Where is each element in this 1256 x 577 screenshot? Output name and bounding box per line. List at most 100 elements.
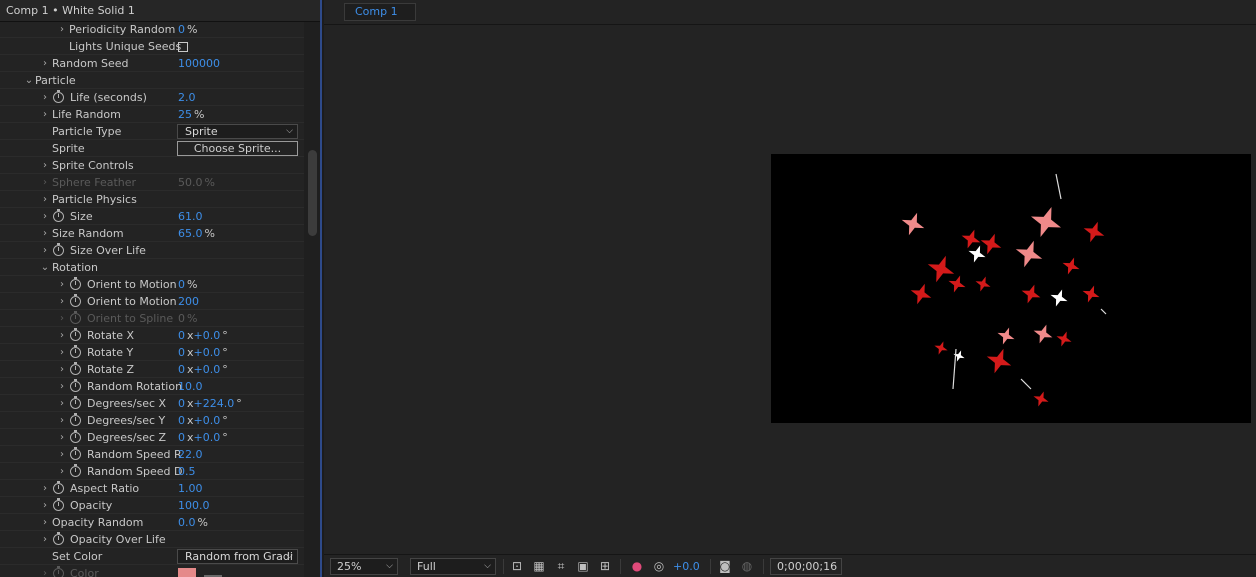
guides-grid-icon[interactable]: ⊞ bbox=[597, 559, 613, 574]
value-number[interactable]: 22.0 bbox=[178, 448, 203, 461]
property-value[interactable]: 2.0 bbox=[178, 89, 196, 106]
value-number[interactable]: 0 bbox=[178, 431, 185, 444]
stopwatch-icon[interactable] bbox=[53, 90, 64, 103]
property-row[interactable]: › Rotate Z 0 x+0.0 ° bbox=[0, 361, 304, 378]
twirl-closed-icon[interactable]: › bbox=[57, 310, 67, 327]
value-number[interactable]: 0.5 bbox=[178, 465, 196, 478]
color-channels-icon[interactable]: ● bbox=[629, 559, 645, 574]
twirl-closed-icon[interactable]: › bbox=[57, 412, 67, 429]
property-value[interactable]: 25% bbox=[178, 106, 204, 123]
twirl-closed-icon[interactable]: › bbox=[57, 446, 67, 463]
value-degrees[interactable]: +0.0 bbox=[194, 363, 221, 376]
value-degrees[interactable]: +0.0 bbox=[194, 431, 221, 444]
property-value[interactable]: 0 x+0.0 ° bbox=[178, 344, 228, 361]
twirl-closed-icon[interactable]: › bbox=[40, 55, 50, 72]
property-value[interactable]: 0% bbox=[178, 21, 197, 38]
stopwatch-icon[interactable] bbox=[70, 311, 81, 324]
property-value[interactable]: 65.0% bbox=[178, 225, 215, 242]
property-row[interactable]: › Aspect Ratio 1.00 bbox=[0, 480, 304, 497]
camera-icon[interactable]: ◙ bbox=[717, 559, 733, 574]
property-value[interactable]: 0.5 bbox=[178, 463, 196, 480]
value-number[interactable]: 200 bbox=[178, 295, 199, 308]
twirl-closed-icon[interactable]: › bbox=[40, 208, 50, 225]
property-row[interactable]: Set Color Random from Gradi ⌵ bbox=[0, 548, 304, 565]
stopwatch-icon[interactable] bbox=[70, 328, 81, 341]
property-value[interactable]: 0 x+0.0 ° bbox=[178, 361, 228, 378]
value-number[interactable]: 0 bbox=[178, 346, 185, 359]
twirl-closed-icon[interactable]: › bbox=[57, 344, 67, 361]
property-row[interactable]: › Degrees/sec Z 0 x+0.0 ° bbox=[0, 429, 304, 446]
twirl-open-icon[interactable]: ⌄ bbox=[24, 72, 34, 89]
color-swatch[interactable] bbox=[178, 568, 196, 577]
tab-comp-1[interactable]: Comp 1 bbox=[344, 3, 416, 21]
stopwatch-icon[interactable] bbox=[70, 396, 81, 409]
twirl-closed-icon[interactable]: › bbox=[57, 276, 67, 293]
stopwatch-icon[interactable] bbox=[70, 464, 81, 477]
exposure-value[interactable]: +0.0 bbox=[673, 558, 700, 575]
twirl-closed-icon[interactable]: › bbox=[57, 21, 67, 38]
value-number[interactable]: 1.00 bbox=[178, 482, 203, 495]
twirl-closed-icon[interactable]: › bbox=[40, 225, 50, 242]
property-row[interactable]: › Sprite Controls bbox=[0, 157, 304, 174]
property-row[interactable]: › Orient to Motion 0% bbox=[0, 276, 304, 293]
value-degrees[interactable]: +0.0 bbox=[194, 329, 221, 342]
value-number[interactable]: 50.0 bbox=[178, 176, 203, 189]
property-row[interactable]: › Random Speed R 22.0 bbox=[0, 446, 304, 463]
property-dropdown[interactable]: Sprite ⌵ bbox=[177, 124, 298, 139]
property-value[interactable]: 10.0 bbox=[178, 378, 203, 395]
property-row[interactable]: › Degrees/sec X 0 x+224.0 ° bbox=[0, 395, 304, 412]
value-number[interactable]: 100000 bbox=[178, 57, 220, 70]
value-number[interactable]: 0 bbox=[178, 363, 185, 376]
value-number[interactable]: 0 bbox=[178, 414, 185, 427]
eyedropper-icon[interactable] bbox=[204, 569, 222, 577]
property-row[interactable]: › Size 61.0 bbox=[0, 208, 304, 225]
twirl-closed-icon[interactable]: › bbox=[40, 174, 50, 191]
property-row[interactable]: Particle Type Sprite ⌵ bbox=[0, 123, 304, 140]
twirl-closed-icon[interactable]: › bbox=[57, 327, 67, 344]
scrollbar-thumb[interactable] bbox=[308, 150, 317, 236]
property-value[interactable]: 0.0% bbox=[178, 514, 208, 531]
stopwatch-icon[interactable] bbox=[53, 532, 64, 545]
property-value[interactable]: 1.00 bbox=[178, 480, 203, 497]
property-row[interactable]: › Orient to Motion 200 bbox=[0, 293, 304, 310]
stopwatch-icon[interactable] bbox=[70, 345, 81, 358]
value-number[interactable]: 61.0 bbox=[178, 210, 203, 223]
twirl-closed-icon[interactable]: › bbox=[40, 106, 50, 123]
property-row[interactable]: Sprite Choose Sprite... bbox=[0, 140, 304, 157]
value-number[interactable]: 65.0 bbox=[178, 227, 203, 240]
value-number[interactable]: 0 bbox=[178, 23, 185, 36]
property-row[interactable]: › Sphere Feather 50.0% bbox=[0, 174, 304, 191]
property-row[interactable]: › Size Random 65.0% bbox=[0, 225, 304, 242]
mask-path-icon[interactable]: ⌗ bbox=[553, 559, 569, 574]
value-number[interactable]: 0.0 bbox=[178, 516, 196, 529]
stopwatch-icon[interactable] bbox=[53, 566, 64, 577]
property-row[interactable]: Lights Unique Seeds bbox=[0, 38, 304, 55]
property-dropdown[interactable]: Random from Gradi ⌵ bbox=[177, 549, 298, 564]
value-number[interactable]: 0 bbox=[178, 278, 185, 291]
fast-previews-icon[interactable]: ⊡ bbox=[509, 559, 525, 574]
property-row[interactable]: › Particle Physics bbox=[0, 191, 304, 208]
twirl-closed-icon[interactable]: › bbox=[57, 361, 67, 378]
property-row[interactable]: ⌄ Rotation bbox=[0, 259, 304, 276]
stopwatch-icon[interactable] bbox=[70, 379, 81, 392]
value-number[interactable]: 0 bbox=[178, 397, 185, 410]
property-row[interactable]: › Orient to Spline 0% bbox=[0, 310, 304, 327]
twirl-closed-icon[interactable]: › bbox=[57, 378, 67, 395]
property-row[interactable]: › Periodicity Random 0% bbox=[0, 21, 304, 38]
property-row[interactable]: › Life (seconds) 2.0 bbox=[0, 89, 304, 106]
show-snapshot-icon[interactable]: ◍ bbox=[739, 559, 755, 574]
twirl-closed-icon[interactable]: › bbox=[40, 242, 50, 259]
twirl-closed-icon[interactable]: › bbox=[40, 497, 50, 514]
value-number[interactable]: 100.0 bbox=[178, 499, 210, 512]
property-value[interactable]: 0 x+0.0 ° bbox=[178, 429, 228, 446]
twirl-closed-icon[interactable]: › bbox=[40, 480, 50, 497]
zoom-dropdown[interactable]: 25% ⌵ bbox=[330, 558, 398, 575]
stopwatch-icon[interactable] bbox=[70, 294, 81, 307]
stopwatch-icon[interactable] bbox=[53, 481, 64, 494]
stopwatch-icon[interactable] bbox=[70, 362, 81, 375]
property-value[interactable]: 100000 bbox=[178, 55, 220, 72]
property-value[interactable]: 0% bbox=[178, 276, 197, 293]
value-degrees[interactable]: +0.0 bbox=[194, 346, 221, 359]
property-row[interactable]: › Opacity Over Life bbox=[0, 531, 304, 548]
value-number[interactable]: 0 bbox=[178, 329, 185, 342]
